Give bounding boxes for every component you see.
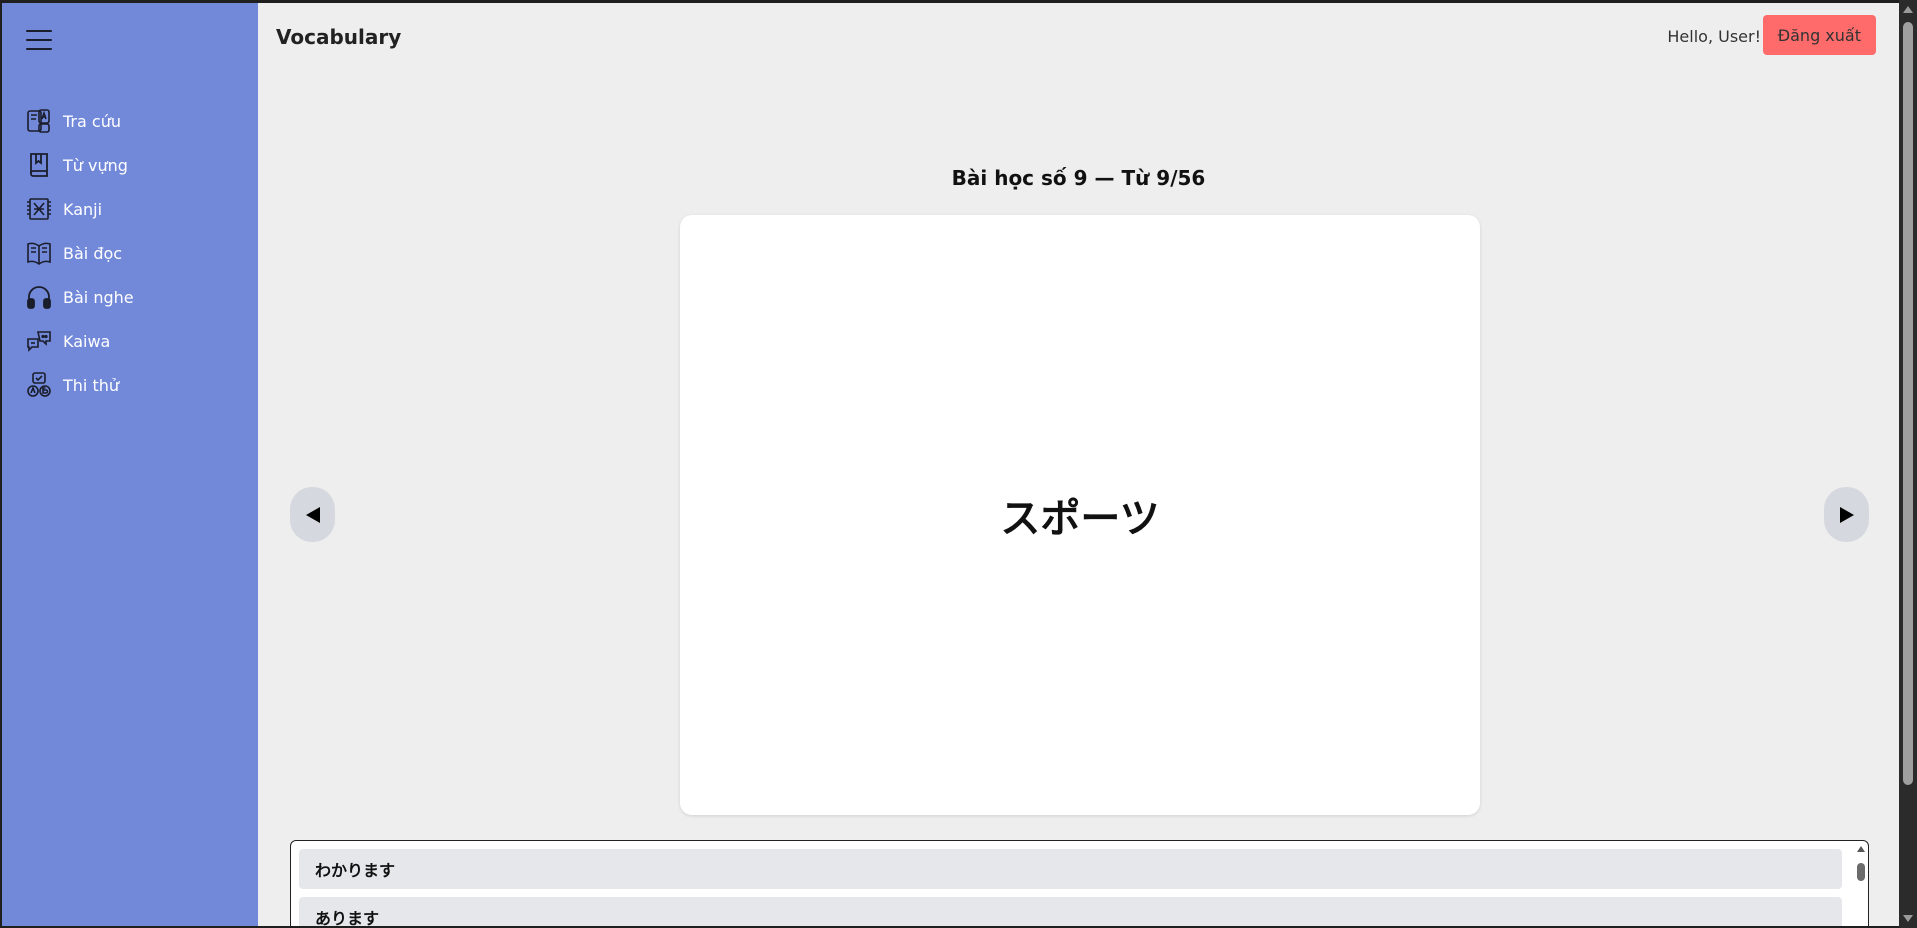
sidebar-item-kaiwa[interactable]: Kaiwa (2, 319, 258, 363)
sidebar-item-label: Bài nghe (63, 287, 134, 307)
app-window: Tra cứu Từ vựng Kanji Bài đọc Bài nghe K… (2, 3, 1899, 926)
sidebar-item-label: Bài đọc (63, 243, 123, 263)
sidebar-item-label: Kaiwa (63, 331, 111, 351)
main-content: Vocabulary Hello, User! Đăng xuất Bài họ… (258, 3, 1899, 926)
headphones-icon (27, 286, 51, 309)
dictionary-icon (27, 109, 50, 133)
word-list-scrollbar[interactable] (1854, 841, 1868, 926)
conversation-icon (27, 331, 51, 352)
sidebar-item-tu-vung[interactable]: Từ vựng (2, 143, 258, 187)
exam-icon (27, 372, 51, 397)
page-scrollbar[interactable] (1899, 0, 1917, 928)
scroll-down-icon[interactable] (1903, 915, 1913, 922)
next-word-button[interactable] (1824, 487, 1869, 542)
sidebar-item-tra-cuu[interactable]: Tra cứu (2, 99, 258, 143)
user-greeting: Hello, User! (1667, 27, 1761, 46)
sidebar-item-label: Thi thử (63, 375, 119, 395)
flashcard-word: スポーツ (1000, 496, 1160, 542)
list-item[interactable]: あります (299, 897, 1842, 926)
triangle-right-icon (1839, 506, 1854, 523)
list-item[interactable]: わかります (299, 849, 1842, 889)
previous-word-button[interactable] (290, 487, 335, 542)
kanji-icon (27, 198, 51, 220)
sidebar-nav: Tra cứu Từ vựng Kanji Bài đọc Bài nghe K… (2, 99, 258, 407)
book-icon (30, 153, 48, 177)
page-title: Vocabulary (276, 25, 402, 49)
sidebar-item-kanji[interactable]: Kanji (2, 187, 258, 231)
sidebar-item-label: Tra cứu (63, 111, 121, 131)
sidebar: Tra cứu Từ vựng Kanji Bài đọc Bài nghe K… (2, 3, 258, 926)
sidebar-item-label: Từ vựng (63, 155, 128, 175)
logout-button[interactable]: Đăng xuất (1762, 15, 1876, 55)
menu-toggle-icon[interactable] (26, 30, 52, 52)
open-book-icon (27, 242, 51, 265)
scroll-up-icon[interactable] (1903, 6, 1913, 13)
scrollbar-thumb[interactable] (1903, 22, 1913, 785)
scroll-up-icon[interactable] (1857, 846, 1865, 852)
sidebar-item-label: Kanji (63, 199, 103, 219)
sidebar-item-thi-thu[interactable]: Thi thử (2, 363, 258, 407)
sidebar-item-bai-nghe[interactable]: Bài nghe (2, 275, 258, 319)
flashcard[interactable]: スポーツ (680, 215, 1480, 815)
lesson-progress-title: Bài học số 9 — Từ 9/56 (951, 166, 1206, 190)
triangle-left-icon (305, 506, 320, 523)
word-list[interactable]: わかります あります (290, 840, 1869, 926)
scrollbar-thumb[interactable] (1857, 863, 1865, 881)
sidebar-item-bai-doc[interactable]: Bài đọc (2, 231, 258, 275)
